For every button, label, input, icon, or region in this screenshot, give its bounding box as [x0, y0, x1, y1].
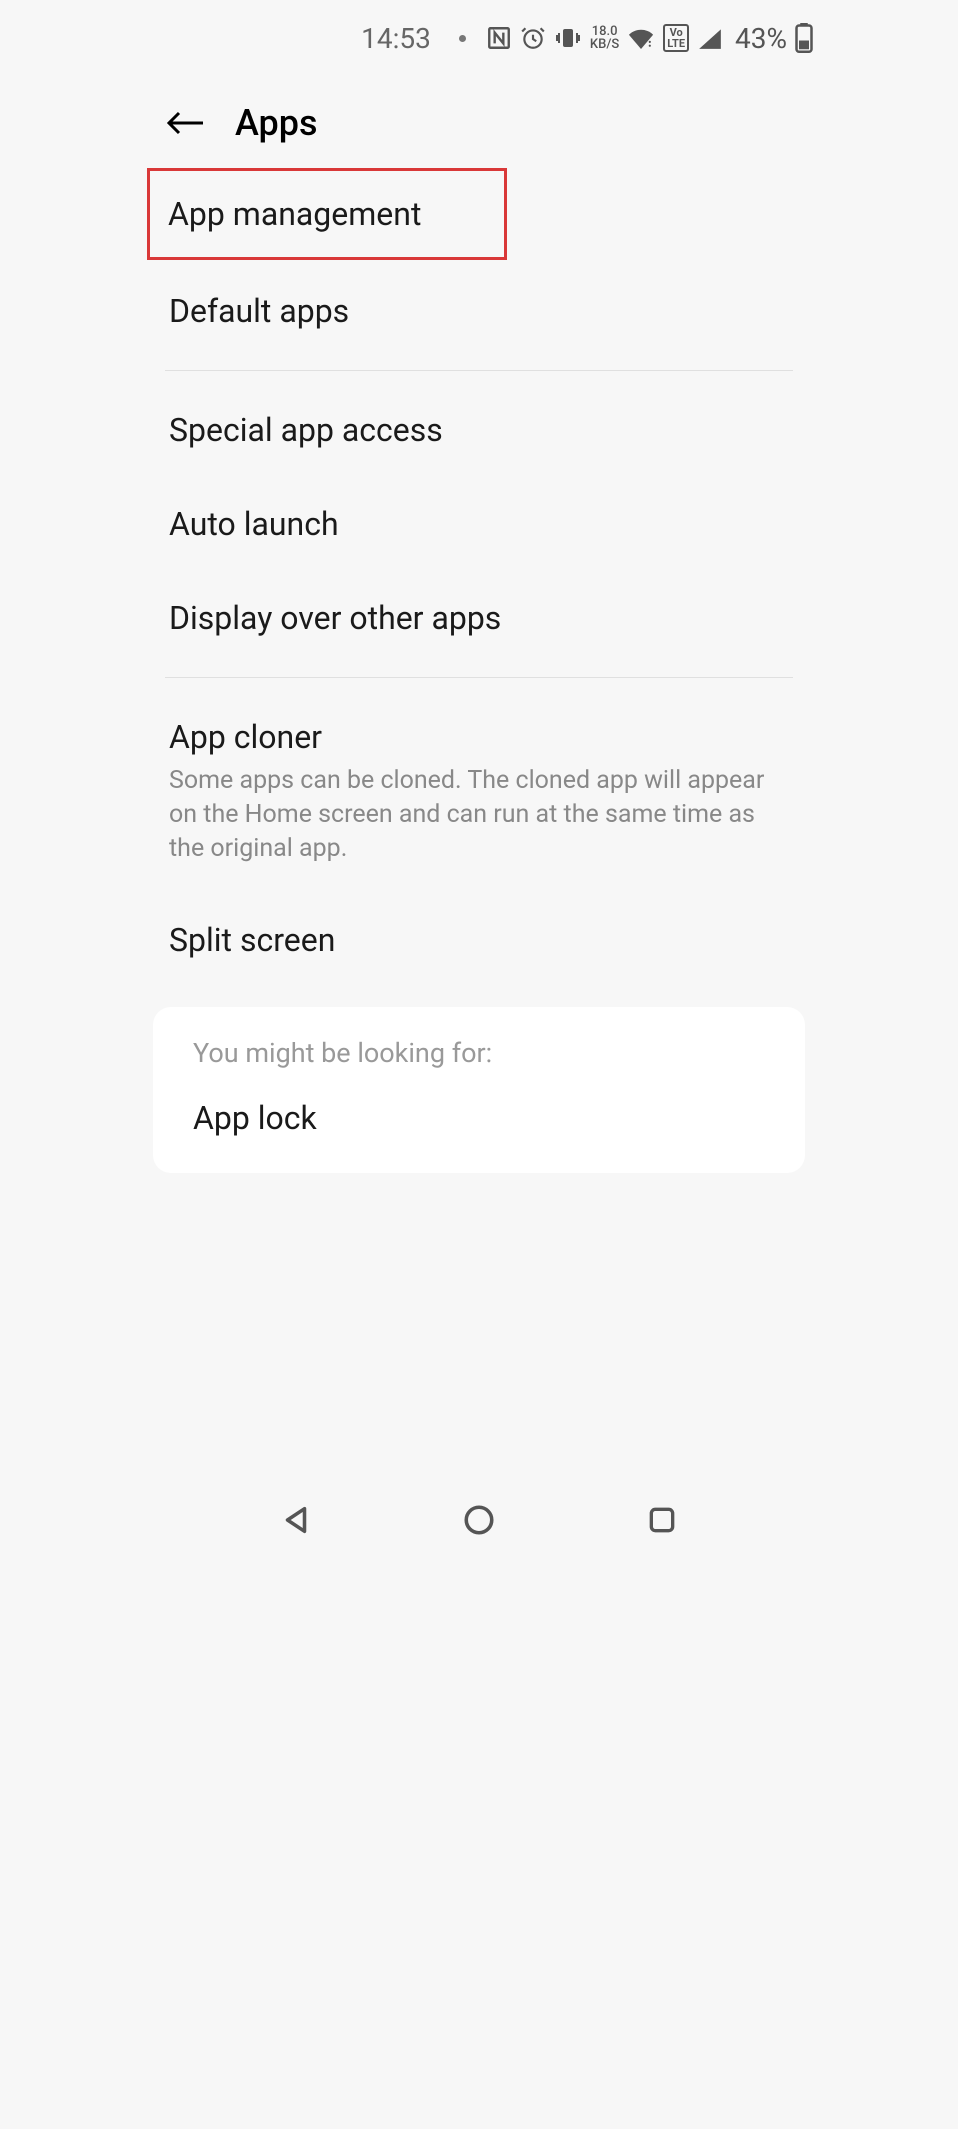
suggestion-header: You might be looking for: — [193, 1037, 765, 1069]
nav-bar — [125, 1480, 833, 1560]
status-time: 14:53 — [361, 22, 431, 55]
nav-back-button[interactable] — [275, 1499, 317, 1541]
data-rate-unit: KB/S — [590, 38, 619, 51]
list-item-title: Display over other apps — [169, 599, 789, 637]
nav-home-button[interactable] — [458, 1499, 500, 1541]
divider — [165, 677, 793, 678]
data-rate: 18.0 KB/S — [590, 25, 619, 51]
list-item-auto-launch[interactable]: Auto launch — [165, 477, 793, 571]
wifi-icon — [627, 27, 655, 49]
list-item-title: Special app access — [169, 411, 789, 449]
list-item-title: Split screen — [169, 921, 789, 959]
list-item-desc: Some apps can be cloned. The cloned app … — [169, 764, 789, 865]
status-icons: 18.0 KB/S VoLTE 43% — [486, 22, 813, 55]
vibrate-icon — [554, 27, 582, 49]
list-item-app-management[interactable]: App management — [147, 168, 507, 260]
signal-icon — [697, 27, 723, 49]
list-item-app-cloner[interactable]: App cloner Some apps can be cloned. The … — [165, 690, 793, 893]
nfc-icon — [486, 25, 512, 51]
list-item-title: App cloner — [169, 718, 789, 756]
list-item-split-screen[interactable]: Split screen — [165, 893, 793, 987]
alarm-icon — [520, 25, 546, 51]
list-item-title: App management — [168, 195, 500, 233]
nav-recents-button[interactable] — [641, 1499, 683, 1541]
volte-icon: VoLTE — [663, 24, 689, 52]
suggestion-card: You might be looking for: App lock — [153, 1007, 805, 1173]
page-title: Apps — [235, 102, 318, 144]
page-header: Apps — [125, 72, 833, 164]
list-item-title: Default apps — [169, 292, 789, 330]
list-item-display-over-other-apps[interactable]: Display over other apps — [165, 571, 793, 665]
divider — [165, 370, 793, 371]
battery-percent: 43% — [735, 22, 787, 55]
status-bar: 14:53 — [125, 0, 833, 72]
list-item-title: Auto launch — [169, 505, 789, 543]
list-item-default-apps[interactable]: Default apps — [165, 264, 793, 358]
suggestion-item-app-lock[interactable]: App lock — [193, 1099, 765, 1137]
battery-icon — [795, 23, 813, 53]
list-item-special-app-access[interactable]: Special app access — [165, 383, 793, 477]
status-dot — [459, 35, 466, 42]
back-button[interactable] — [165, 103, 205, 143]
